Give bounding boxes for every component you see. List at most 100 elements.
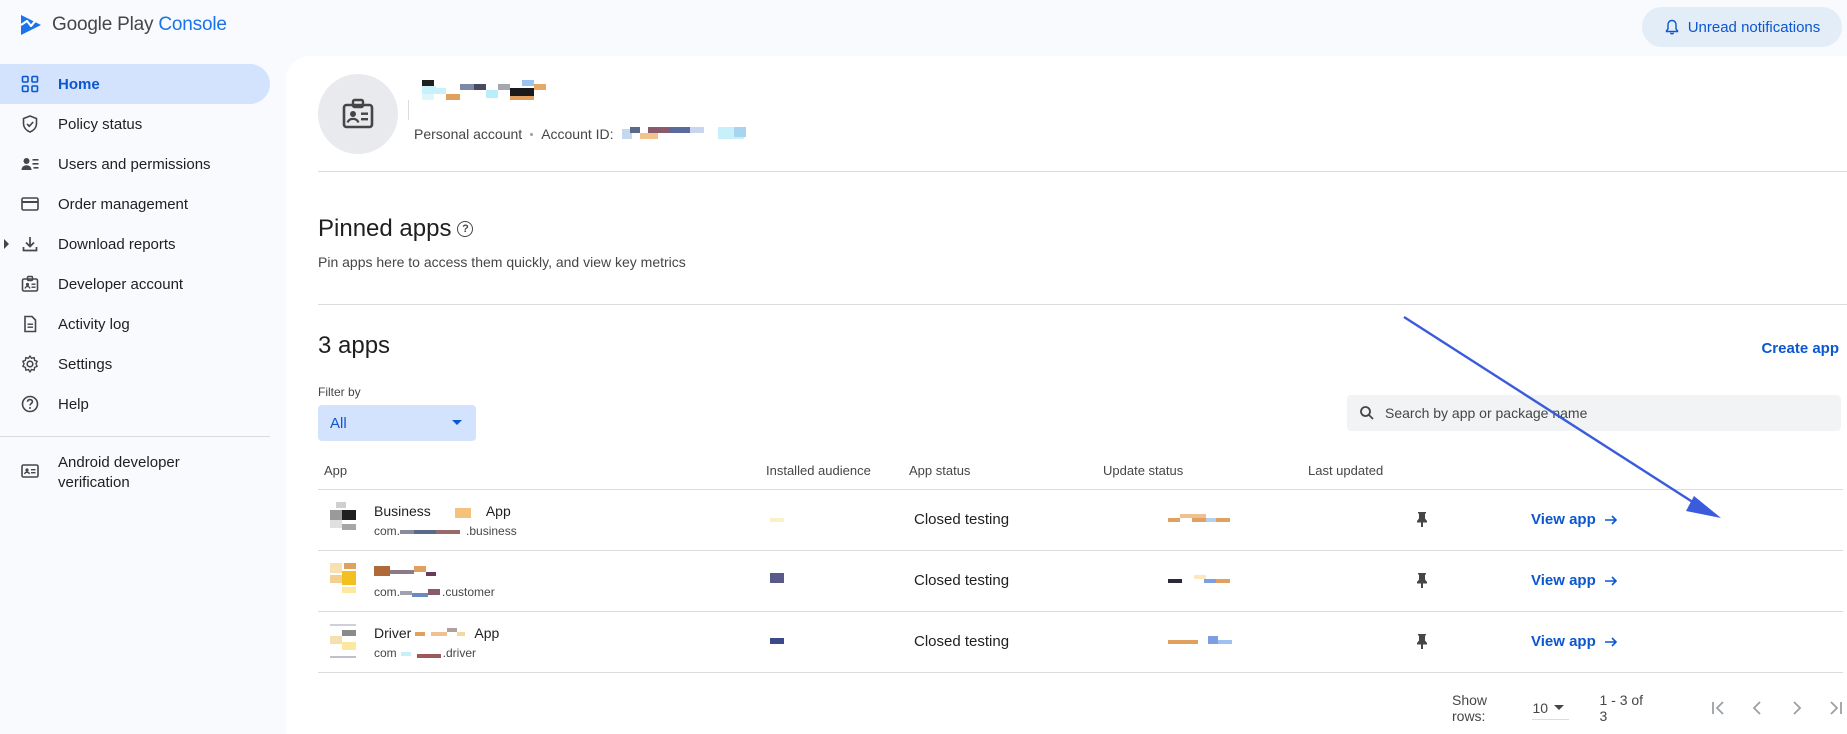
pin-icon[interactable] — [1414, 510, 1430, 528]
id-card-icon — [20, 461, 40, 481]
app-name: Driver App — [374, 625, 500, 641]
app-status: Closed testing — [914, 511, 1010, 528]
app-package-name: com .driver — [374, 646, 477, 660]
play-console-logo[interactable]: Google Play Console — [18, 12, 227, 38]
app-icon — [330, 502, 358, 538]
redacted-last-updated — [1168, 636, 1232, 644]
sidebar-item-order-management[interactable]: Order management — [0, 184, 285, 224]
redacted-last-updated — [1168, 514, 1232, 522]
divider — [318, 171, 1847, 172]
column-header-app-status[interactable]: App status — [909, 463, 970, 478]
sidebar-item-android-developer-verification[interactable]: Android developer verification — [0, 449, 285, 497]
sidebar-item-label: Activity log — [58, 315, 130, 333]
column-header-installed-audience[interactable]: Installed audience — [766, 463, 871, 478]
shield-icon — [20, 114, 40, 134]
account-avatar — [318, 74, 398, 154]
view-app-link[interactable]: View app — [1531, 633, 1618, 650]
app-package-name: com. .business — [374, 524, 517, 538]
sidebar-item-policy-status[interactable]: Policy status — [0, 104, 285, 144]
account-type: Personal account — [414, 126, 523, 142]
sidebar-item-developer-account[interactable]: Developer account — [0, 264, 285, 304]
unread-notifications-label: Unread notifications — [1687, 18, 1821, 36]
users-icon — [20, 154, 40, 174]
column-header-update-status[interactable]: Update status — [1103, 463, 1183, 478]
sidebar-item-label: Developer account — [58, 275, 184, 293]
filter-value: All — [330, 414, 347, 432]
id-badge-icon — [342, 98, 374, 129]
sidebar-item-activity-log[interactable]: Activity log — [0, 304, 285, 344]
table-pagination: Show rows: 10 1 - 3 of 3 — [1452, 692, 1847, 724]
sidebar-item-users-and-permissions[interactable]: Users and permissions — [0, 144, 285, 184]
last-page-icon — [1830, 701, 1843, 715]
filter-label: Filter by — [318, 385, 361, 399]
arrow-right-icon — [1604, 514, 1617, 525]
sidebar-item-settings[interactable]: Settings — [0, 344, 285, 384]
search-field[interactable] — [1347, 395, 1841, 431]
show-rows-label: Show rows: — [1452, 692, 1488, 724]
table-row[interactable]: Business App com. .business Closed testin… — [318, 490, 1843, 551]
sidebar-item-label: Download reports — [58, 235, 176, 253]
rows-per-page-select[interactable]: 10 — [1532, 696, 1570, 720]
sidebar-item-download-reports[interactable]: Download reports — [0, 224, 285, 264]
sidebar-item-home[interactable]: Home — [0, 64, 270, 104]
bell-icon — [1665, 19, 1678, 35]
separator-dot — [530, 132, 534, 136]
chevron-right-icon — [1793, 701, 1802, 715]
expand-caret-icon[interactable] — [4, 239, 9, 249]
sidebar-item-label: Policy status — [58, 115, 143, 133]
filter-dropdown[interactable]: All — [318, 405, 476, 441]
app-icon — [330, 624, 358, 660]
column-header-last-updated[interactable]: Last updated — [1308, 463, 1383, 478]
sidebar-divider — [0, 436, 270, 437]
account-id-label: Account ID: — [541, 126, 614, 142]
first-page-button[interactable] — [1707, 697, 1728, 719]
main-panel: Personal account Account ID: Pinned apps… — [286, 56, 1847, 734]
first-page-icon — [1712, 701, 1724, 715]
sidebar-item-label: Users and permissions — [58, 155, 211, 173]
unread-notifications-button[interactable]: Unread notifications — [1642, 7, 1842, 47]
sidebar-nav: Home Policy status Users and permissions… — [0, 64, 285, 497]
gear-icon — [20, 354, 40, 374]
app-status: Closed testing — [914, 633, 1010, 650]
redacted-audience — [770, 518, 784, 522]
last-page-button[interactable] — [1826, 697, 1847, 719]
grid-icon — [20, 74, 40, 94]
dropdown-arrow-icon — [1554, 705, 1565, 710]
help-icon[interactable]: ? — [457, 221, 474, 237]
sidebar-item-label: Android developer verification — [58, 454, 180, 491]
arrow-right-icon — [1604, 636, 1617, 647]
sidebar-item-label: Help — [58, 395, 89, 413]
redacted-audience — [770, 638, 784, 644]
app-name: Business App — [374, 503, 511, 519]
arrow-right-icon — [1604, 575, 1617, 586]
sidebar-item-label: Order management — [58, 195, 189, 213]
document-icon — [20, 314, 40, 334]
sidebar-item-label: Home — [58, 75, 100, 93]
redacted-last-updated — [1168, 575, 1232, 583]
table-row[interactable]: com. .customer Closed testing View app — [318, 551, 1843, 612]
pinned-apps-heading: Pinned apps ? — [318, 215, 474, 243]
create-app-button[interactable]: Create app — [1761, 340, 1839, 357]
previous-page-button[interactable] — [1747, 697, 1768, 719]
search-input[interactable] — [1385, 405, 1825, 421]
sidebar-item-help[interactable]: Help — [0, 384, 285, 424]
account-meta: Personal account Account ID: — [408, 100, 762, 142]
play-console-logo-icon — [20, 15, 41, 35]
pin-icon[interactable] — [1414, 632, 1430, 650]
view-app-link[interactable]: View app — [1531, 511, 1618, 528]
app-icon — [330, 563, 358, 599]
top-bar: Google Play Console Unread notifications — [0, 0, 1847, 56]
view-app-link[interactable]: View app — [1531, 572, 1618, 589]
table-row[interactable]: Driver App com .driver Closed testing Vie… — [318, 612, 1843, 673]
download-icon — [20, 234, 40, 254]
card-icon — [20, 194, 40, 214]
app-package-name: com. .customer — [374, 585, 495, 599]
table-header: App Installed audience App status Update… — [318, 450, 1843, 490]
pinned-apps-description: Pin apps here to access them quickly, an… — [318, 254, 686, 270]
next-page-button[interactable] — [1786, 697, 1807, 719]
divider — [318, 304, 1847, 305]
pin-icon[interactable] — [1414, 571, 1430, 589]
column-header-app[interactable]: App — [324, 463, 347, 478]
rows-per-page-value: 10 — [1532, 699, 1549, 716]
apps-count-heading: 3 apps — [318, 332, 391, 359]
